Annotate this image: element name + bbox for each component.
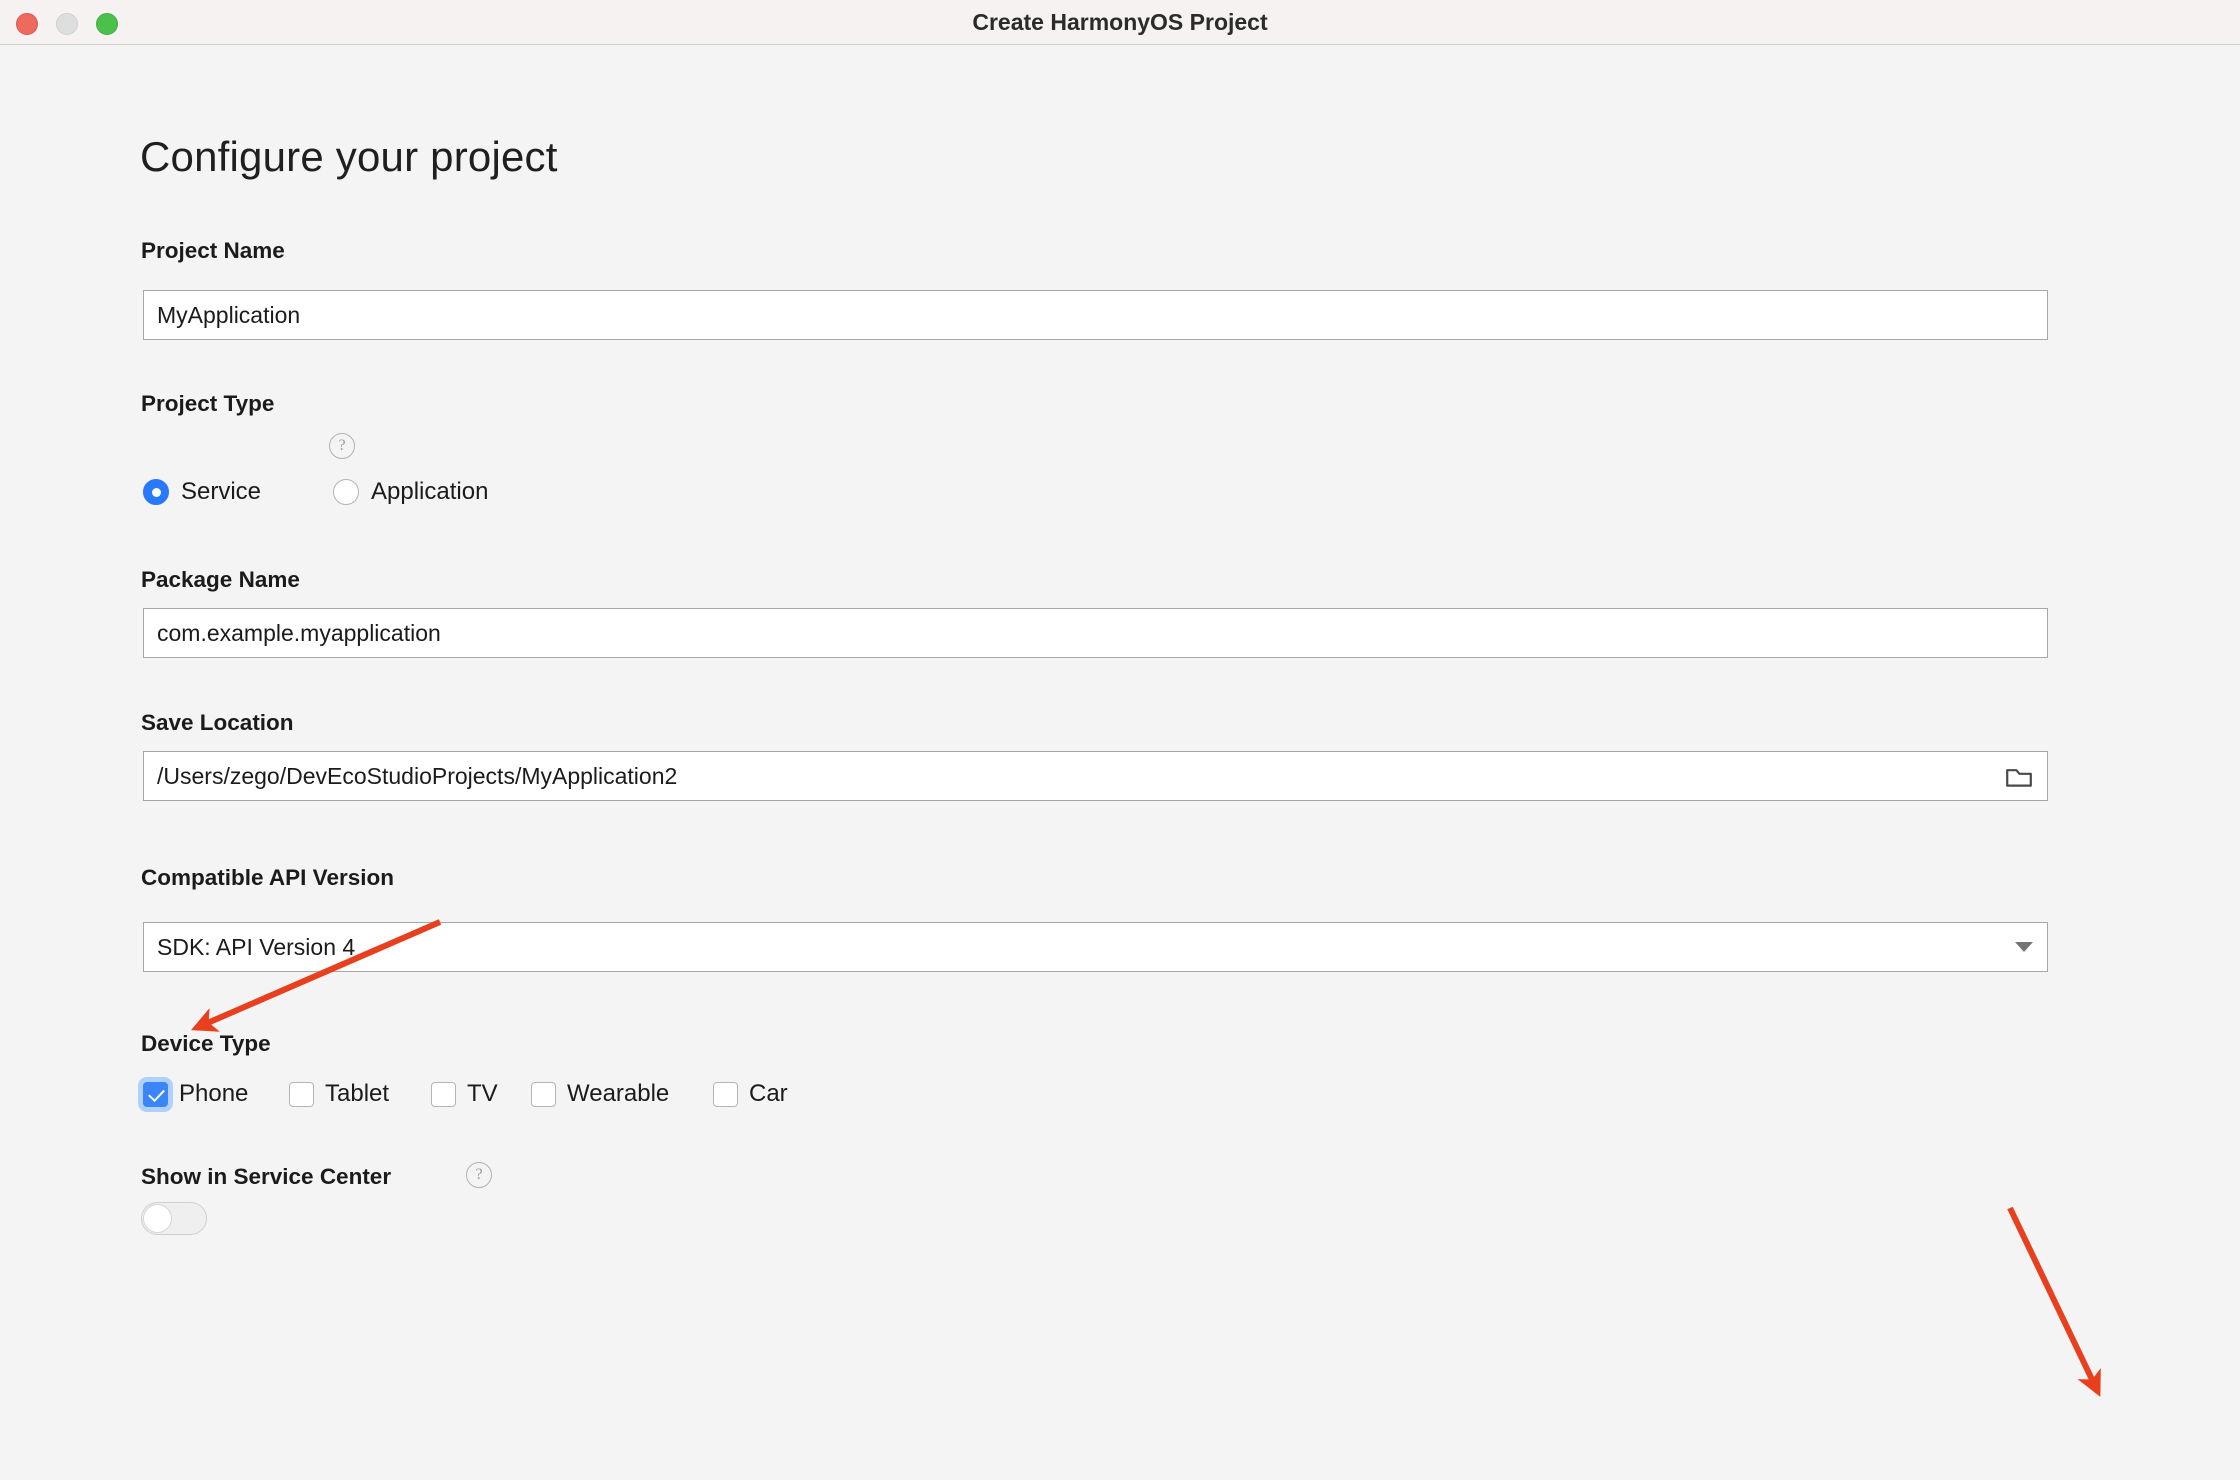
project-type-option-service[interactable]: Service [143,478,333,506]
package-name-input[interactable]: com.example.myapplication [143,608,2048,658]
project-type-radio-group: Service Application [143,478,488,506]
save-location-value: /Users/zego/DevEcoStudioProjects/MyAppli… [157,762,678,789]
device-type-option-car[interactable]: Car [713,1080,788,1108]
show-in-service-center-label: Show in Service Center [141,1164,392,1189]
device-type-option-car-label: Car [749,1080,788,1107]
project-type-option-service-label: Service [181,478,262,505]
compatible-api-version-value: SDK: API Version 4 [157,933,356,960]
folder-icon [2006,769,2032,787]
compatible-api-version-caret[interactable] [2015,942,2033,952]
dialog-body: Configure your project Project Name MyAp… [0,45,2240,1390]
device-type-option-phone[interactable]: Phone [143,1080,289,1108]
radio-unselected-icon [333,479,359,505]
radio-selected-icon [143,479,169,505]
dialog-footer: Help Cancel Previous Finish [0,1390,2240,1480]
project-name-value: MyApplication [157,301,301,328]
package-name-label: Package Name [141,567,300,592]
project-type-option-application-label: Application [371,478,489,505]
checkbox-unchecked-icon [289,1081,314,1107]
project-name-label: Project Name [141,238,285,263]
chevron-down-icon [2015,942,2033,952]
device-type-option-phone-label: Phone [179,1080,249,1107]
save-location-input[interactable]: /Users/zego/DevEcoStudioProjects/MyAppli… [143,751,2048,801]
device-type-option-wearable-label: Wearable [567,1080,670,1107]
device-type-option-wearable[interactable]: Wearable [531,1080,713,1108]
package-name-value: com.example.myapplication [157,619,441,646]
create-harmonyos-project-dialog: Create HarmonyOS Project Configure your … [0,0,2240,1480]
project-type-help-icon[interactable]: ? [329,433,355,459]
show-in-service-center-toggle[interactable] [141,1202,207,1235]
window-title: Create HarmonyOS Project [972,9,1268,35]
window-titlebar: Create HarmonyOS Project [0,0,2240,45]
device-type-label: Device Type [141,1031,271,1056]
compatible-api-version-label: Compatible API Version [141,865,394,890]
device-type-option-tv[interactable]: TV [431,1080,531,1108]
checkbox-unchecked-icon [431,1081,456,1107]
project-type-label: Project Type [141,391,275,416]
save-location-browse-button[interactable] [2005,764,2033,788]
device-type-checkbox-group: Phone Tablet TV Wearable Car [143,1080,788,1108]
device-type-option-tablet-label: Tablet [325,1080,390,1107]
compatible-api-version-select[interactable]: SDK: API Version 4 [143,922,2048,972]
checkbox-unchecked-icon [713,1081,738,1107]
device-type-option-tv-label: TV [467,1080,498,1107]
save-location-label: Save Location [141,710,294,735]
project-type-option-application[interactable]: Application [333,478,488,506]
project-name-input[interactable]: MyApplication [143,290,2048,340]
toggle-knob [143,1204,172,1233]
checkbox-checked-icon [143,1081,168,1107]
page-title: Configure your project [140,133,558,180]
checkbox-unchecked-icon [531,1081,556,1107]
show-in-service-center-help-icon[interactable]: ? [466,1162,492,1188]
device-type-option-tablet[interactable]: Tablet [289,1080,431,1108]
